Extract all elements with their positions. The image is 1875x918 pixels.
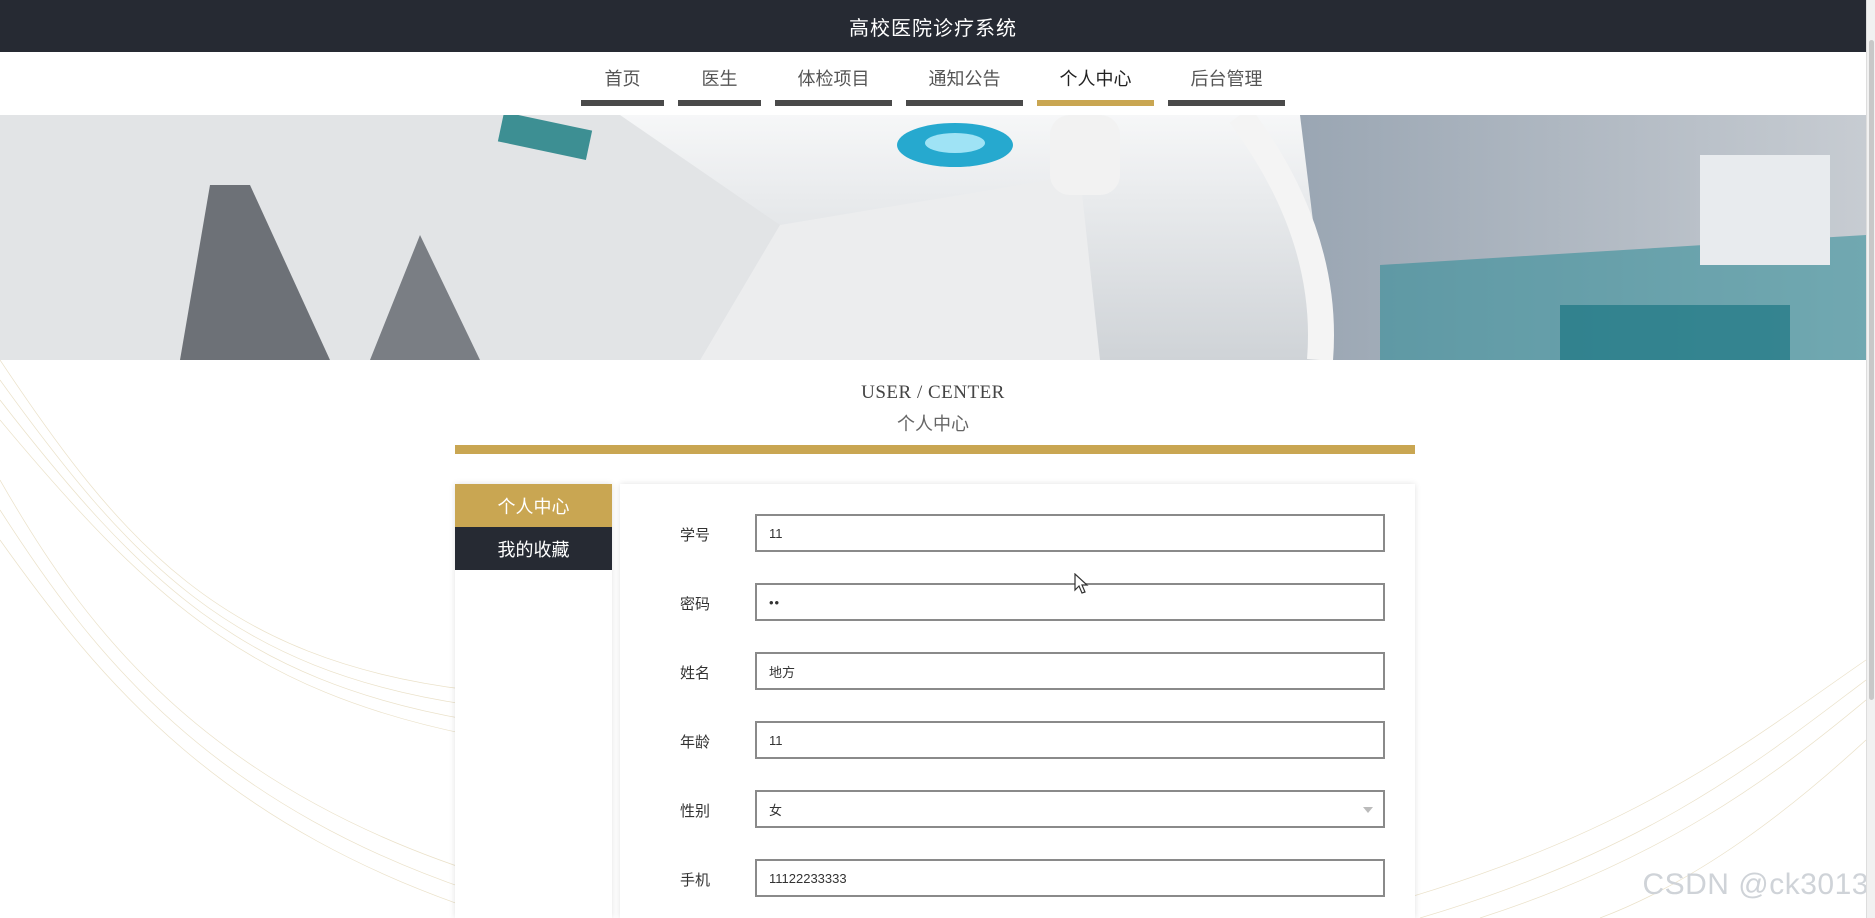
- section-divider: [455, 445, 1415, 454]
- nav-item-home[interactable]: 首页: [581, 56, 664, 106]
- gender-select-value: 女: [769, 802, 783, 818]
- nav-item-admin[interactable]: 后台管理: [1168, 56, 1285, 106]
- name-label: 姓名: [680, 665, 711, 682]
- form-row-phone: 手机 11122233333: [620, 859, 1415, 899]
- age-label: 年龄: [680, 734, 711, 751]
- form-row-name: 姓名 地方: [620, 652, 1415, 692]
- hero-banner: [0, 115, 1866, 360]
- nav-item-checkup-items[interactable]: 体检项目: [775, 56, 892, 106]
- student-id-label: 学号: [680, 527, 711, 544]
- mouse-cursor-icon: [1074, 573, 1089, 594]
- password-label: 密码: [680, 596, 711, 613]
- age-input[interactable]: 11: [755, 721, 1385, 759]
- sidebar-item-user-center[interactable]: 个人中心: [455, 484, 612, 527]
- form-row-age: 年龄 11: [620, 721, 1415, 761]
- phone-label: 手机: [680, 872, 711, 889]
- sidebar-item-label: 个人中心: [497, 496, 570, 517]
- profile-form: 学号 11 密码 •• 姓名 地方 年龄 11 性别 女 手机 11122233…: [620, 484, 1415, 918]
- app-title-bar: 高校医院诊疗系统: [0, 0, 1866, 52]
- section-title-en: USER / CENTER: [861, 382, 1005, 403]
- student-id-input[interactable]: 11: [755, 514, 1385, 552]
- nav-item-notices[interactable]: 通知公告: [906, 56, 1023, 106]
- gender-select[interactable]: 女: [755, 790, 1385, 828]
- app-title: 高校医院诊疗系统: [849, 17, 1017, 40]
- form-row-gender: 性别 女: [620, 790, 1415, 830]
- sidebar-item-label: 我的收藏: [497, 539, 570, 560]
- password-input[interactable]: ••: [755, 583, 1385, 621]
- scrollbar-thumb[interactable]: [1869, 40, 1874, 700]
- page-scrollbar[interactable]: [1866, 0, 1875, 918]
- main-nav: 首页 医生 体检项目 通知公告 个人中心 后台管理: [0, 52, 1866, 114]
- operating-room-illustration: [0, 115, 1866, 360]
- phone-input[interactable]: 11122233333: [755, 859, 1385, 897]
- csdn-watermark: CSDN @ck3013: [1642, 868, 1869, 901]
- name-input[interactable]: 地方: [755, 652, 1385, 690]
- gender-label: 性别: [680, 803, 711, 820]
- sidebar-item-my-favorites[interactable]: 我的收藏: [455, 527, 612, 570]
- form-row-student-id: 学号 11: [620, 514, 1415, 554]
- nav-item-doctors[interactable]: 医生: [678, 56, 761, 106]
- chevron-down-icon: [1363, 807, 1373, 813]
- nav-item-user-center[interactable]: 个人中心: [1037, 56, 1154, 106]
- section-title-cn: 个人中心: [897, 414, 969, 434]
- form-row-password: 密码 ••: [620, 583, 1415, 623]
- user-center-sidebar: 个人中心 我的收藏: [455, 484, 612, 918]
